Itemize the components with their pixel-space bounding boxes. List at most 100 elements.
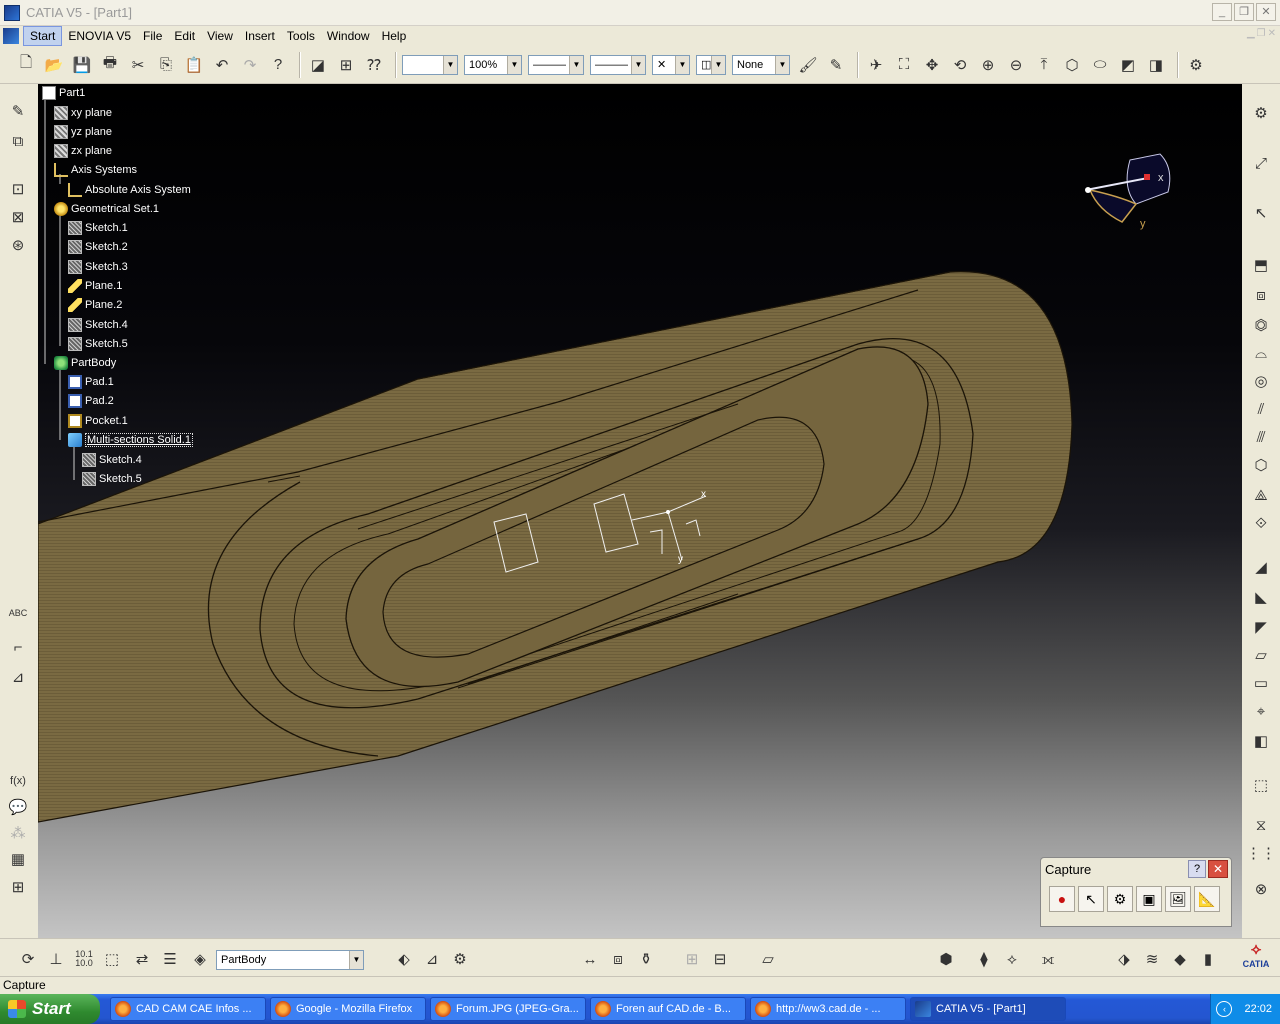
surface-icon[interactable]: ⬗	[1112, 947, 1136, 971]
slot-tool-icon[interactable]: ⫻	[1249, 426, 1273, 448]
menu-start[interactable]: Start	[23, 26, 63, 46]
3d-viewport[interactable]: x y x y Part1 xy plane yz plane zx plane…	[38, 84, 1242, 938]
undo-icon[interactable]: ↶	[210, 53, 234, 77]
chamfer-icon[interactable]: ◣	[1249, 586, 1273, 608]
tree-node-xy-plane[interactable]: xy plane	[54, 104, 112, 122]
save-icon[interactable]: 💾	[70, 53, 94, 77]
tree-node-geometrical-set[interactable]: Geometrical Set.1	[54, 200, 159, 218]
menu-help[interactable]: Help	[376, 27, 413, 45]
tree-node-multi-sections-solid[interactable]: Multi-sections Solid.1	[68, 431, 193, 449]
task-cad-infos[interactable]: CAD CAM CAE Infos ...	[110, 997, 266, 1021]
tree-node-sketch3[interactable]: Sketch.3	[68, 258, 128, 276]
task-google-firefox[interactable]: Google - Mozilla Firefox	[270, 997, 426, 1021]
menu-file[interactable]: File	[137, 27, 168, 45]
redo-icon[interactable]: ↷	[238, 53, 262, 77]
body-select[interactable]: PartBody ▼	[216, 950, 364, 970]
reference-plane-icon[interactable]: ▱	[756, 947, 780, 971]
catalog-browser-icon[interactable]: ⊟	[708, 947, 732, 971]
comment-icon[interactable]: 💬	[6, 796, 30, 818]
boolean-remove-icon[interactable]: ⟡	[1000, 947, 1024, 971]
document-menu-icon[interactable]	[3, 28, 19, 44]
menu-tools[interactable]: Tools	[281, 27, 321, 45]
task-catia[interactable]: CATIA V5 - [Part1]	[910, 997, 1066, 1021]
draft-icon[interactable]: ◤	[1249, 616, 1273, 638]
weight-icon[interactable]: ⚱	[634, 947, 658, 971]
menu-insert[interactable]: Insert	[239, 27, 281, 45]
shell-icon[interactable]: ▱	[1249, 644, 1273, 666]
context-help-icon[interactable]: ⁇	[362, 53, 386, 77]
hole-tool-icon[interactable]: ◎	[1249, 370, 1273, 392]
layers-icon[interactable]: ≋	[1140, 947, 1164, 971]
apply-material-icon[interactable]: ⬖	[392, 947, 416, 971]
menu-window[interactable]: Window	[321, 27, 376, 45]
pad-tool-icon[interactable]: ⬒	[1249, 254, 1273, 276]
tree-node-sketch2[interactable]: Sketch.2	[68, 238, 128, 256]
boolean-assemble-icon[interactable]: ⬢	[934, 947, 958, 971]
close-surface-icon[interactable]: ▮	[1196, 947, 1220, 971]
maximize-button[interactable]: ❐	[1234, 3, 1254, 21]
sew-surface-icon[interactable]: ◆	[1168, 947, 1192, 971]
cut-icon[interactable]: ✂	[126, 53, 150, 77]
translation-icon[interactable]: ⬚	[1249, 774, 1273, 796]
capture-help-button[interactable]: ?	[1188, 860, 1206, 878]
swap-visible-space-icon[interactable]: ◨	[1144, 53, 1168, 77]
instantiate-icon[interactable]: ⊞	[680, 947, 704, 971]
union-trim-icon[interactable]: ⟗	[1036, 947, 1060, 971]
mdi-close-button[interactable]: ✕	[1268, 28, 1276, 39]
transparency-select[interactable]: 100% ▼	[464, 54, 522, 75]
task-ww3-cad[interactable]: http://ww3.cad.de - ...	[750, 997, 906, 1021]
catia-app-icon[interactable]	[4, 4, 20, 21]
3d-annotation-icon[interactable]: ⊿	[6, 666, 30, 688]
paste-icon[interactable]: 📋	[182, 53, 206, 77]
mass-properties-icon[interactable]: ⊿	[420, 947, 444, 971]
update-icon[interactable]: ⟳	[16, 947, 40, 971]
tree-node-pad2[interactable]: Pad.2	[68, 392, 114, 410]
zoom-out-icon[interactable]: ⊖	[1004, 53, 1028, 77]
print-icon[interactable]: 🖶	[98, 53, 122, 77]
tree-node-msolid-sketch4[interactable]: Sketch.4	[82, 451, 142, 469]
loft-tool-icon[interactable]: ⟁	[1249, 484, 1273, 506]
mirror-icon[interactable]: ⧖	[1249, 814, 1273, 836]
capture-options-icon[interactable]: ⚙	[1107, 886, 1133, 912]
groove-tool-icon[interactable]: ⌓	[1249, 342, 1273, 364]
tree-node-msolid-sketch5[interactable]: Sketch.5	[82, 470, 142, 488]
design-table-icon[interactable]: ▦	[6, 848, 30, 870]
graphic-properties-icon[interactable]: ✎	[824, 53, 848, 77]
text-with-leader-icon[interactable]: ABC	[6, 602, 30, 624]
fit-all-icon[interactable]: ⛶	[892, 53, 916, 77]
zoom-in-icon[interactable]: ⊕	[976, 53, 1000, 77]
task-forum-jpg[interactable]: Forum.JPG (JPEG-Gra...	[430, 997, 586, 1021]
normal-view-icon[interactable]: ⤒	[1032, 53, 1056, 77]
tree-node-sketch4[interactable]: Sketch.4	[68, 316, 128, 334]
scaling-icon[interactable]: ⊗	[1249, 878, 1273, 900]
tray-arrow-icon[interactable]: ‹	[1216, 1001, 1233, 1017]
reorder-icon[interactable]: ⇄	[130, 947, 154, 971]
tree-node-yz-plane[interactable]: yz plane	[54, 123, 112, 141]
compass-widget[interactable]	[1082, 148, 1182, 238]
open-file-icon[interactable]: 📂	[42, 53, 66, 77]
select-icon[interactable]: ↖	[1249, 202, 1273, 224]
formula-icon[interactable]: f(x)	[6, 770, 30, 792]
axis-system-tool-icon[interactable]: ⊥	[44, 947, 68, 971]
tree-node-plane2[interactable]: Plane.2	[68, 296, 122, 314]
stiffener-tool-icon[interactable]: ⬡	[1249, 454, 1273, 476]
task-foren-cad[interactable]: Foren auf CAD.de - B...	[590, 997, 746, 1021]
tree-node-zx-plane[interactable]: zx plane	[54, 142, 112, 160]
knowledge-advisor-icon[interactable]: ⁂	[6, 822, 30, 844]
tree-node-sketch1[interactable]: Sketch.1	[68, 219, 128, 237]
capture-album-icon[interactable]: ▣	[1136, 886, 1162, 912]
view-mode-icon[interactable]: ⬭	[1088, 53, 1112, 77]
remove-face-icon[interactable]: ◧	[1249, 730, 1273, 752]
menu-edit[interactable]: Edit	[168, 27, 201, 45]
minimize-button[interactable]: _	[1212, 3, 1232, 21]
layer-select[interactable]: None ▼	[732, 54, 790, 75]
quick-view-icon[interactable]: ⬡	[1060, 53, 1084, 77]
thread-icon[interactable]: ⌖	[1249, 700, 1273, 722]
tree-node-part1[interactable]: Part1	[42, 84, 85, 102]
tree-node-axis-systems[interactable]: Axis Systems	[54, 161, 137, 179]
close-window-button[interactable]: ✕	[1256, 3, 1276, 21]
sketch-icon[interactable]: ✎	[6, 100, 30, 122]
measure-inertia-icon[interactable]: ⊛	[6, 234, 30, 256]
start-button[interactable]: Start	[0, 994, 100, 1024]
shaft-tool-icon[interactable]: ⏣	[1249, 314, 1273, 336]
